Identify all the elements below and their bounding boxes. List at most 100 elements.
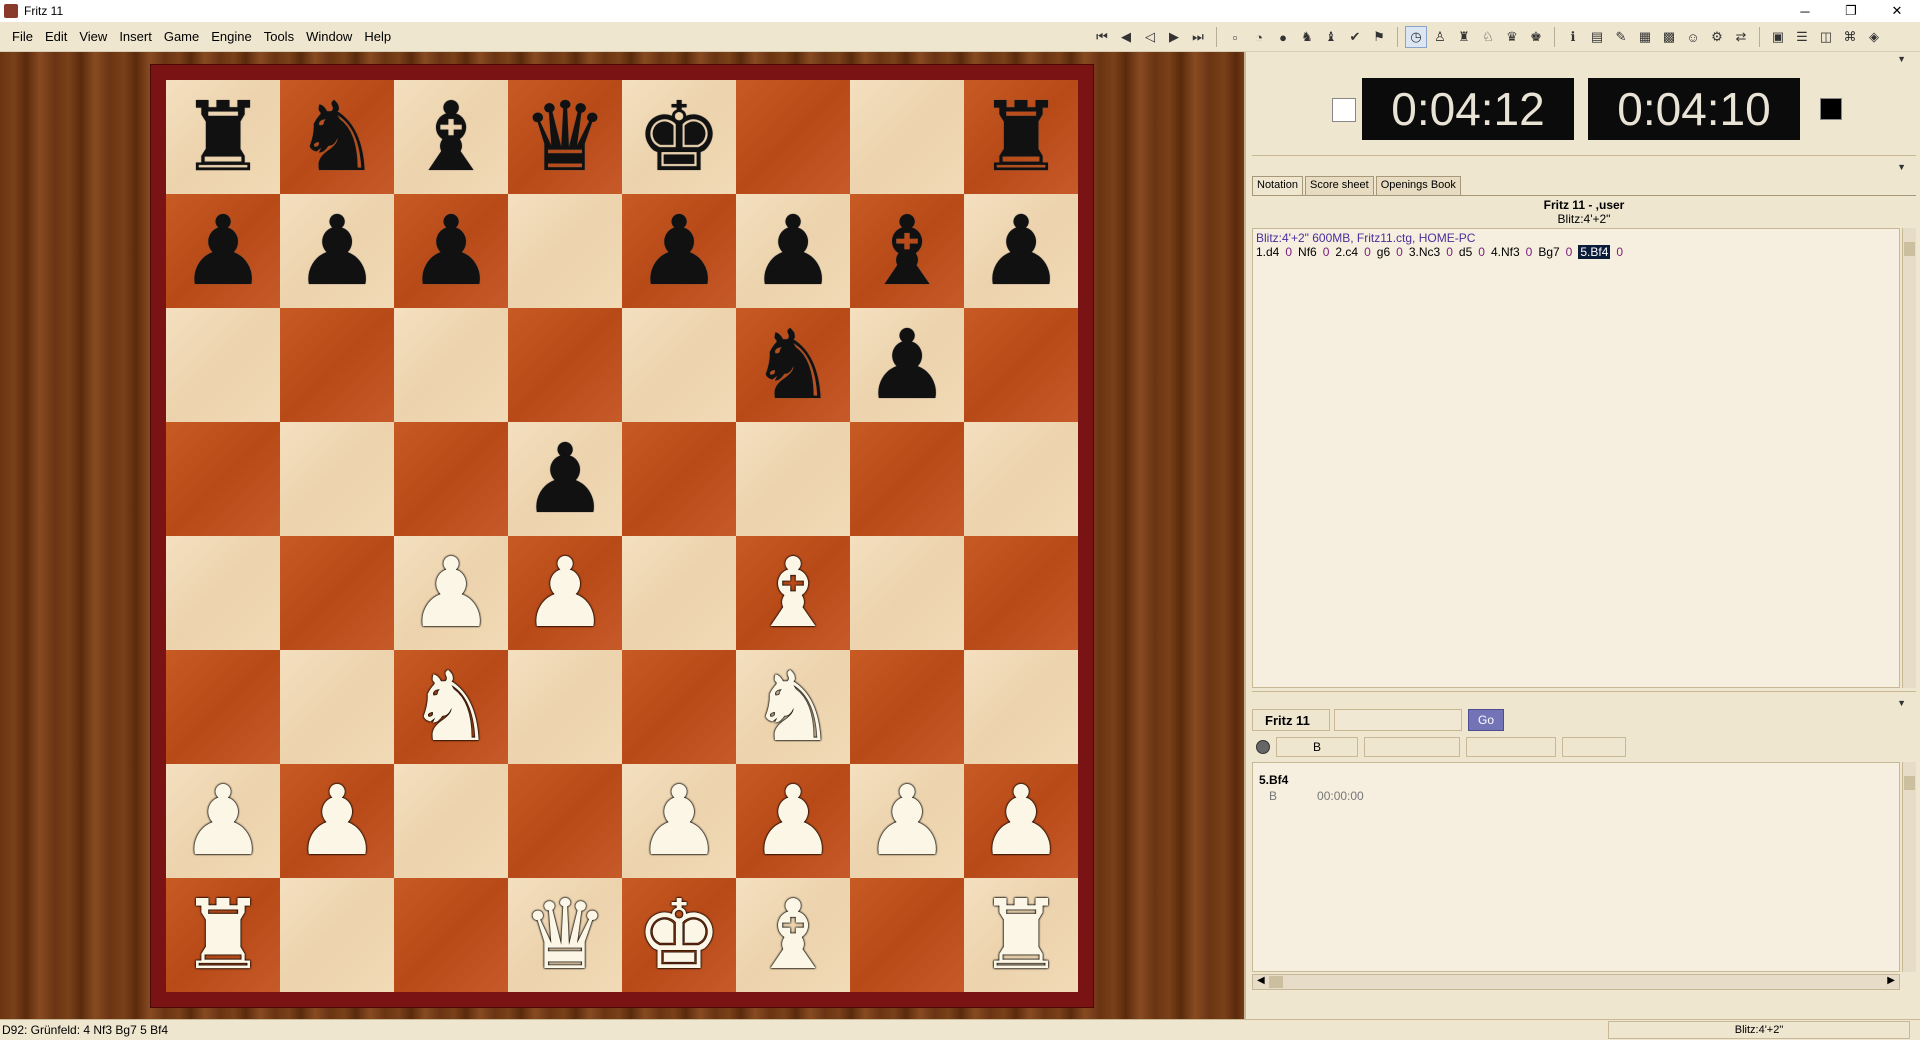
scrollbar-thumb[interactable] (1904, 776, 1915, 790)
square-b1[interactable] (280, 878, 394, 992)
square-h6[interactable] (964, 308, 1078, 422)
kibitz-icon[interactable]: ♚ (1525, 26, 1547, 48)
square-g3[interactable] (850, 650, 964, 764)
square-c3[interactable]: ♞ (394, 650, 508, 764)
board-icon[interactable]: ▦ (1634, 26, 1656, 48)
square-d2[interactable] (508, 764, 622, 878)
white-pawn-icon[interactable]: ♟ (864, 773, 950, 869)
close-button[interactable]: ✕ (1874, 0, 1920, 22)
panel-menu-icon[interactable]: ▼ (1897, 162, 1906, 172)
coach-icon[interactable]: ♙ (1429, 26, 1451, 48)
square-h2[interactable]: ♟ (964, 764, 1078, 878)
layout-icon[interactable]: ◫ (1815, 26, 1837, 48)
open-book-icon[interactable]: ▤ (1586, 26, 1608, 48)
black-pawn-icon[interactable]: ♟ (294, 203, 380, 299)
black-knight-icon[interactable]: ♞ (294, 89, 380, 185)
back-icon[interactable]: ◀ (1115, 26, 1137, 48)
square-h3[interactable] (964, 650, 1078, 764)
square-e5[interactable] (622, 422, 736, 536)
black-pawn-icon[interactable]: ♟ (750, 203, 836, 299)
last-move-icon[interactable]: ⏭ (1187, 26, 1209, 48)
training-icon[interactable]: ♜ (1453, 26, 1475, 48)
white-king-icon[interactable]: ♚ (636, 887, 722, 983)
white-bishop-icon[interactable]: ♝ (750, 887, 836, 983)
menu-tools[interactable]: Tools (258, 29, 300, 44)
new-game-icon[interactable]: ▫ (1224, 26, 1246, 48)
clock-active-icon[interactable]: ◷ (1405, 26, 1427, 48)
square-b2[interactable]: ♟ (280, 764, 394, 878)
black-pawn-icon[interactable]: ♟ (180, 203, 266, 299)
scrollbar-thumb[interactable] (1269, 976, 1283, 988)
square-a7[interactable]: ♟ (166, 194, 280, 308)
square-a3[interactable] (166, 650, 280, 764)
go-button[interactable]: Go (1468, 709, 1504, 731)
black-bishop-icon[interactable]: ♝ (864, 203, 950, 299)
square-c5[interactable] (394, 422, 508, 536)
square-c4[interactable]: ♟ (394, 536, 508, 650)
square-h4[interactable] (964, 536, 1078, 650)
square-b7[interactable]: ♟ (280, 194, 394, 308)
black-pawn-icon[interactable]: ♟ (522, 431, 608, 527)
square-b5[interactable] (280, 422, 394, 536)
square-g7[interactable]: ♝ (850, 194, 964, 308)
menu-engine[interactable]: Engine (205, 29, 257, 44)
engine-output[interactable]: 5.Bf4 B 00:00:00 (1252, 762, 1900, 972)
white-pawn-icon[interactable]: ♟ (408, 545, 494, 641)
pen-icon[interactable]: ✎ (1610, 26, 1632, 48)
list-icon[interactable]: ☰ (1791, 26, 1813, 48)
player-icon[interactable]: ☺ (1682, 26, 1704, 48)
scrollbar-thumb[interactable] (1904, 242, 1915, 256)
notation-body[interactable]: Blitz:4'+2" 600MB, Fritz11.ctg, HOME-PC … (1252, 228, 1900, 688)
square-b3[interactable] (280, 650, 394, 764)
move-2.c4[interactable]: 2.c4 (1335, 245, 1358, 259)
minimize-button[interactable]: ─ (1782, 0, 1828, 22)
square-a6[interactable] (166, 308, 280, 422)
black-rook-icon[interactable]: ♜ (978, 89, 1064, 185)
menu-view[interactable]: View (73, 29, 113, 44)
tab-notation[interactable]: Notation (1252, 176, 1303, 195)
menu-game[interactable]: Game (158, 29, 205, 44)
square-e1[interactable]: ♚ (622, 878, 736, 992)
menu-window[interactable]: Window (300, 29, 358, 44)
save-icon[interactable]: ▣ (1767, 26, 1789, 48)
square-d3[interactable] (508, 650, 622, 764)
square-d4[interactable]: ♟ (508, 536, 622, 650)
black-pawn-icon[interactable]: ♟ (408, 203, 494, 299)
maximize-button[interactable]: ❐ (1828, 0, 1874, 22)
white-pawn-icon[interactable]: ♟ (180, 773, 266, 869)
square-e7[interactable]: ♟ (622, 194, 736, 308)
menu-edit[interactable]: Edit (39, 29, 73, 44)
menu-insert[interactable]: Insert (113, 29, 158, 44)
square-g5[interactable] (850, 422, 964, 536)
move-4.Nf3[interactable]: 4.Nf3 (1491, 245, 1520, 259)
tab-openings-book[interactable]: Openings Book (1375, 176, 1461, 195)
square-f6[interactable]: ♞ (736, 308, 850, 422)
notation-scrollbar[interactable] (1902, 228, 1916, 688)
square-a2[interactable]: ♟ (166, 764, 280, 878)
square-d6[interactable] (508, 308, 622, 422)
square-b6[interactable] (280, 308, 394, 422)
chess-board[interactable]: ♜ ♞ ♝ ♛ ♚ ♜ ♟ ♟ ♟ ♟ ♟ ♝ ♟ ♞ ♟ ♟ ♟ ♟ ♝ ♞ ♞ ♟ ♟ ♟ ♟ ♟ ♟ ♜ ♛ ♚ ♝ ♜ (166, 80, 1078, 992)
white-knight-icon[interactable]: ♞ (750, 659, 836, 755)
square-h7[interactable]: ♟ (964, 194, 1078, 308)
white-pawn-icon[interactable]: ♟ (636, 773, 722, 869)
square-g4[interactable] (850, 536, 964, 650)
square-h5[interactable] (964, 422, 1078, 536)
square-d8[interactable]: ♛ (508, 80, 622, 194)
move-3.Nc3[interactable]: 3.Nc3 (1409, 245, 1440, 259)
info-icon[interactable]: ℹ (1562, 26, 1584, 48)
black-pawn-icon[interactable]: ♟ (636, 203, 722, 299)
link-icon[interactable]: ⇄ (1730, 26, 1752, 48)
flag-icon[interactable]: ⚑ (1368, 26, 1390, 48)
square-e4[interactable] (622, 536, 736, 650)
square-c7[interactable]: ♟ (394, 194, 508, 308)
engine-scrollbar[interactable] (1902, 762, 1916, 972)
white-pawn-icon[interactable]: ♟ (294, 773, 380, 869)
square-a4[interactable] (166, 536, 280, 650)
move-1.d4[interactable]: 1.d4 (1256, 245, 1279, 259)
square-e8[interactable]: ♚ (622, 80, 736, 194)
white-pawn-icon[interactable]: ♟ (750, 773, 836, 869)
square-g8[interactable] (850, 80, 964, 194)
move-5.Bf4[interactable]: 5.Bf4 (1578, 245, 1611, 259)
network-icon[interactable]: ⌘ (1839, 26, 1861, 48)
